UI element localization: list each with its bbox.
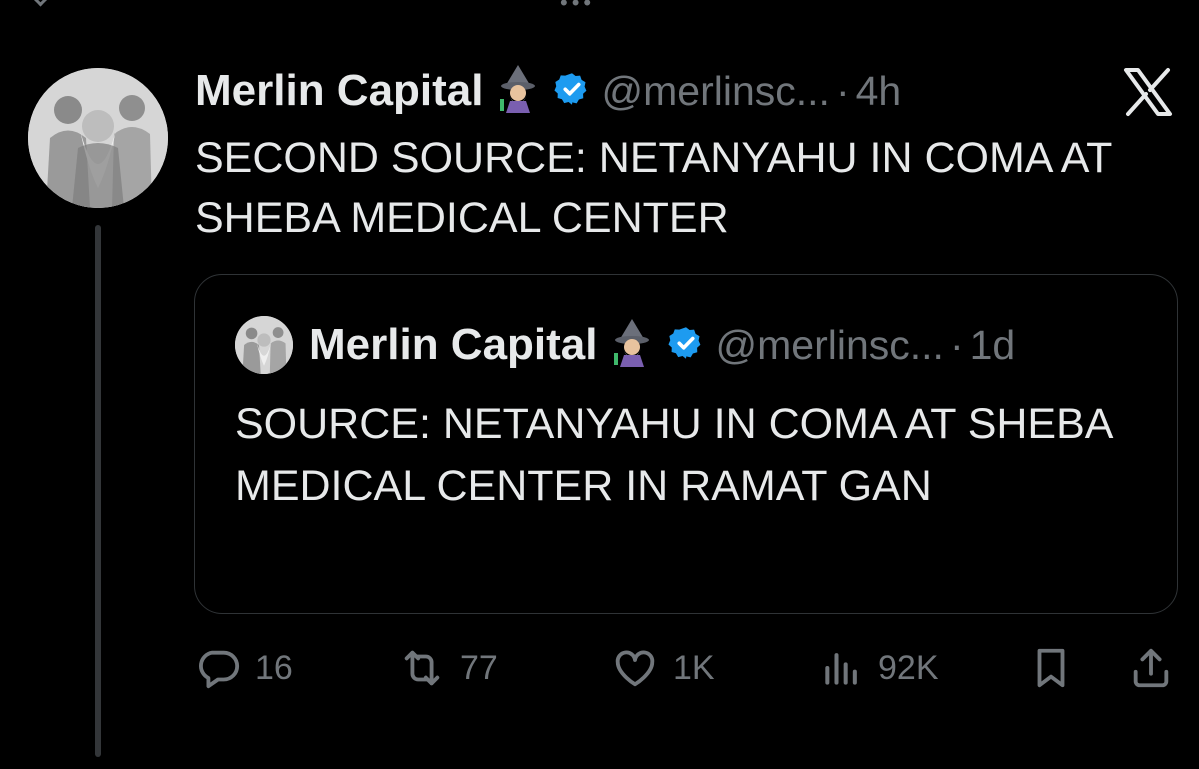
wizard-emoji-icon (498, 64, 538, 118)
like-count: 1K (673, 648, 715, 687)
repost-icon (398, 645, 446, 691)
heart-icon (611, 645, 659, 691)
quoted-tweet-header: Merlin Capital @merlinsc... · 1d (235, 315, 1015, 375)
wizard-emoji-icon (612, 318, 652, 372)
collapse-chevron-icon[interactable] (28, 0, 53, 7)
repost-button[interactable]: 77 (398, 640, 498, 696)
views-count: 92K (878, 648, 939, 687)
quoted-timestamp: 1d (969, 321, 1016, 368)
timestamp[interactable]: 4h (856, 68, 902, 115)
share-icon (1128, 645, 1174, 691)
quoted-avatar (235, 316, 293, 374)
reply-count: 16 (255, 648, 293, 687)
action-bar: 16 77 1K 92K (195, 640, 1180, 696)
bookmark-icon (1028, 645, 1074, 691)
avatar[interactable] (28, 68, 168, 208)
quoted-tweet-text: SOURCE: NETANYAHU IN COMA AT SHEBA MEDIC… (235, 400, 1112, 510)
quoted-tweet-card[interactable]: Merlin Capital @merlinsc... · 1d SOURCE:… (194, 274, 1178, 614)
verified-badge-icon (553, 71, 590, 112)
separator-dot: · (949, 321, 964, 368)
tweet-text: SECOND SOURCE: NETANYAHU IN COMA AT SHEB… (195, 134, 1112, 242)
share-button[interactable] (1128, 640, 1174, 696)
x-logo-icon (1120, 64, 1176, 120)
separator-dot: · (835, 67, 850, 114)
author-handle[interactable]: @merlinsc... (602, 68, 830, 115)
repost-count: 77 (460, 648, 498, 687)
verified-badge-icon (667, 325, 704, 366)
reply-button[interactable]: 16 (195, 640, 293, 696)
author-name[interactable]: Merlin Capital (195, 66, 484, 116)
more-dots-icon[interactable]: ••• (560, 0, 595, 16)
like-button[interactable]: 1K (611, 640, 715, 696)
quoted-author-name: Merlin Capital (309, 320, 598, 369)
tweet-header: Merlin Capital @merlinsc... · 4h (195, 64, 902, 118)
thread-line (95, 225, 101, 757)
quoted-author-handle: @merlinsc... (715, 321, 944, 368)
views-button[interactable]: 92K (820, 640, 939, 696)
reply-icon (195, 645, 241, 691)
bookmark-button[interactable] (1028, 640, 1074, 696)
views-icon (820, 645, 864, 691)
